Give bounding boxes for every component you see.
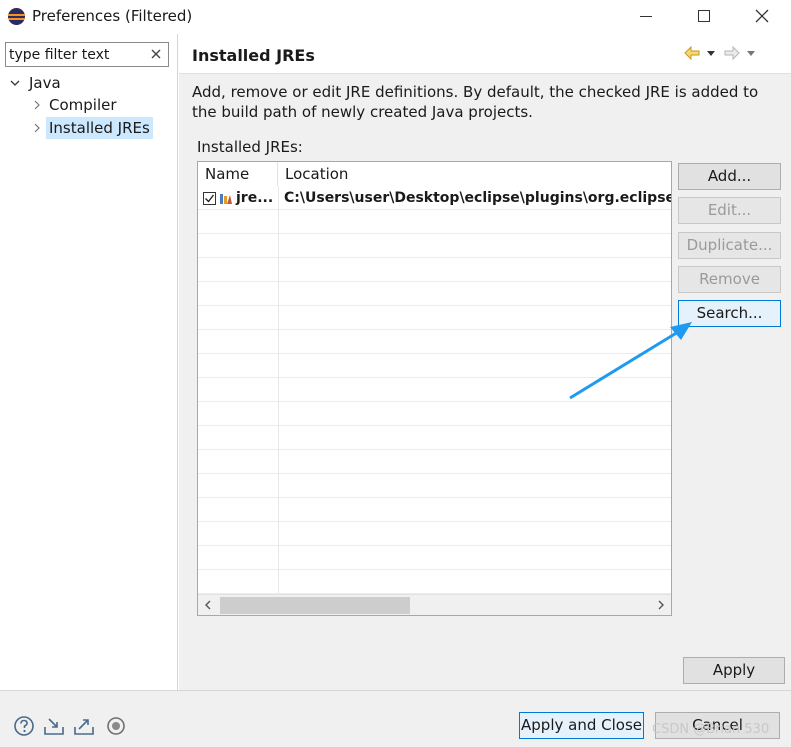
remove-button[interactable]: Remove bbox=[678, 266, 781, 293]
tree-item-label: Java bbox=[29, 74, 61, 92]
export-icon[interactable] bbox=[73, 715, 95, 737]
table-row bbox=[198, 474, 671, 498]
table-row bbox=[198, 522, 671, 546]
chevron-down-icon[interactable] bbox=[10, 78, 20, 88]
checkmark-icon bbox=[205, 194, 215, 203]
help-icon[interactable] bbox=[13, 715, 35, 737]
chevron-down-icon[interactable] bbox=[746, 50, 756, 57]
apply-and-close-button[interactable]: Apply and Close bbox=[519, 712, 644, 739]
jre-row[interactable]: jre... C:\Users\user\Desktop\eclipse\plu… bbox=[198, 186, 671, 210]
clear-filter-icon[interactable] bbox=[149, 47, 163, 61]
tree-item-installed-jres[interactable]: Installed JREs bbox=[32, 117, 153, 139]
eclipse-logo-icon bbox=[8, 8, 25, 25]
jre-library-icon bbox=[220, 194, 232, 204]
column-divider bbox=[278, 186, 279, 594]
table-row bbox=[198, 498, 671, 522]
scrollbar-thumb[interactable] bbox=[220, 597, 410, 614]
close-icon bbox=[755, 9, 769, 23]
table-row bbox=[198, 450, 671, 474]
maximize-button[interactable] bbox=[678, 0, 730, 32]
table-row[interactable]: jre... C:\Users\user\Desktop\eclipse\plu… bbox=[198, 186, 671, 210]
page-navigation bbox=[684, 44, 764, 64]
scroll-right-icon[interactable] bbox=[655, 599, 667, 611]
page-title: Installed JREs bbox=[192, 46, 315, 65]
table-row bbox=[198, 546, 671, 570]
jre-location: C:\Users\user\Desktop\eclipse\plugins\or… bbox=[284, 190, 671, 206]
column-header-name[interactable]: Name bbox=[198, 162, 278, 186]
filter-box bbox=[5, 42, 169, 67]
close-button[interactable] bbox=[736, 0, 788, 32]
chevron-right-icon[interactable] bbox=[32, 100, 42, 110]
jre-checkbox[interactable] bbox=[203, 191, 216, 205]
chevron-down-icon[interactable] bbox=[706, 50, 716, 57]
table-row bbox=[198, 234, 671, 258]
jre-name-cell: jre... bbox=[198, 190, 278, 206]
table-row bbox=[198, 570, 671, 594]
table-header: Name Location bbox=[198, 162, 671, 186]
tree-item-compiler[interactable]: Compiler bbox=[32, 94, 120, 116]
forward-arrow-icon[interactable] bbox=[724, 46, 740, 60]
jre-name: jre... bbox=[236, 190, 274, 206]
scroll-left-icon[interactable] bbox=[202, 599, 214, 611]
column-header-location[interactable]: Location bbox=[278, 162, 671, 186]
table-row bbox=[198, 258, 671, 282]
tree-item-label: Compiler bbox=[49, 96, 117, 114]
minimize-button[interactable] bbox=[620, 0, 672, 32]
title-bar: Preferences (Filtered) bbox=[0, 0, 791, 34]
tree-item-label: Installed JREs bbox=[46, 117, 153, 139]
window-title: Preferences (Filtered) bbox=[32, 7, 193, 25]
duplicate-button[interactable]: Duplicate... bbox=[678, 232, 781, 259]
apply-button[interactable]: Apply bbox=[683, 657, 785, 684]
annotation-arrow bbox=[569, 322, 692, 400]
table-row bbox=[198, 402, 671, 426]
installed-jres-label: Installed JREs: bbox=[197, 138, 303, 156]
table-row bbox=[198, 210, 671, 234]
add-button[interactable]: Add... bbox=[678, 163, 781, 190]
chevron-right-icon[interactable] bbox=[32, 123, 42, 133]
table-row bbox=[198, 426, 671, 450]
page-description: Add, remove or edit JRE definitions. By … bbox=[192, 83, 759, 121]
import-icon[interactable] bbox=[43, 715, 65, 737]
record-icon[interactable] bbox=[105, 715, 127, 737]
horizontal-scrollbar[interactable] bbox=[198, 594, 671, 615]
watermark: CSDN @Brian 530 bbox=[652, 722, 770, 737]
edit-button[interactable]: Edit... bbox=[678, 197, 781, 224]
page-header: Installed JREs bbox=[179, 34, 791, 74]
maximize-icon bbox=[698, 10, 710, 22]
bottom-bar: Apply and Close Cancel bbox=[0, 690, 791, 747]
back-arrow-icon[interactable] bbox=[684, 46, 700, 60]
table-row bbox=[198, 282, 671, 306]
tree-item-java[interactable]: Java bbox=[10, 72, 64, 94]
preference-tree-pane: Java Compiler Installed JREs bbox=[0, 34, 178, 690]
filter-input[interactable] bbox=[9, 45, 145, 64]
minimize-icon bbox=[640, 15, 652, 17]
